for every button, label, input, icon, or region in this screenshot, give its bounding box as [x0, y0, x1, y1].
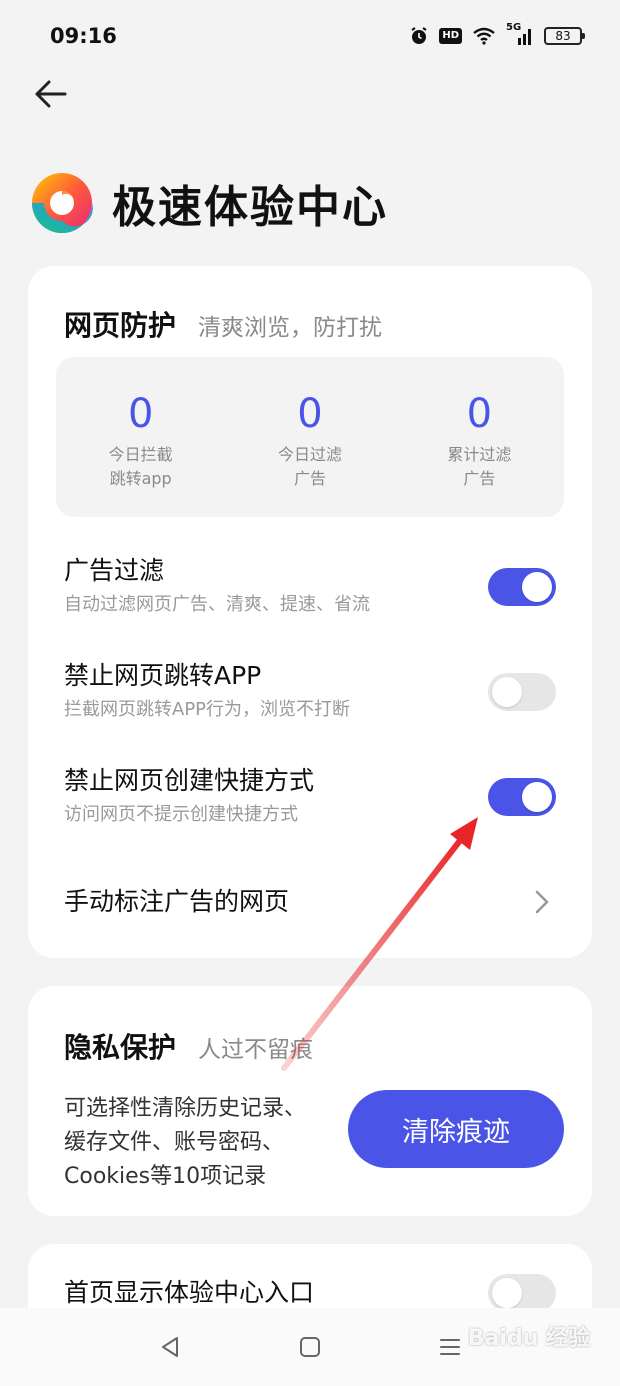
nav-home-button[interactable] [290, 1327, 330, 1367]
section-subtitle: 人过不留痕 [198, 1037, 314, 1063]
menu-lines-icon [440, 1339, 460, 1355]
setting-ad-filter[interactable]: 广告过滤 自动过滤网页广告、清爽、提速、省流 [64, 554, 556, 618]
status-icons: HD 5G 83 [409, 22, 585, 46]
manual-mark-ad-pages[interactable]: 手动标注广告的网页 [64, 885, 556, 925]
stat-label: 今日过滤 广告 [277, 445, 342, 488]
block-shortcut-toggle[interactable] [488, 778, 556, 816]
web-protection-card: 网页防护 清爽浏览，防打扰 0 今日拦截 跳转app 0 今日过滤 广告 0 累… [28, 266, 592, 958]
stat-blocked-app-jumps: 0 今日拦截 跳转app [56, 357, 225, 517]
nav-menu-button[interactable] [430, 1327, 470, 1367]
alarm-icon [411, 27, 427, 44]
toggle-knob [492, 677, 522, 707]
setting-block-app-jump[interactable]: 禁止网页跳转APP 拦截网页跳转APP行为，浏览不打断 [64, 659, 556, 723]
swirl-logo-icon [32, 173, 93, 233]
block-app-jump-toggle[interactable] [488, 673, 556, 711]
watermark-text: Baidu 经验 [467, 1326, 590, 1351]
manual-mark-label: 手动标注广告的网页 [64, 887, 290, 916]
privacy-desc: 可选择性清除历史记录、 缓存文件、账号密码、 Cookies等10项记录 [64, 1096, 307, 1189]
toggle-knob [522, 782, 552, 812]
ad-filter-toggle[interactable] [488, 568, 556, 606]
setting-title: 首页显示体验中心入口 [64, 1278, 315, 1307]
setting-desc: 访问网页不提示创建快捷方式 [64, 804, 298, 825]
wifi-icon [473, 27, 495, 45]
stat-label: 累计过滤 广告 [447, 445, 512, 488]
status-time: 09:16 [50, 24, 117, 48]
toggle-knob [522, 572, 552, 602]
chevron-right-icon [535, 890, 549, 914]
setting-title: 禁止网页创建快捷方式 [64, 766, 315, 795]
back-arrow-icon [35, 80, 67, 108]
nav-back-button[interactable] [150, 1327, 190, 1367]
stat-label: 今日拦截 跳转app [108, 445, 173, 488]
setting-desc: 自动过滤网页广告、清爽、提速、省流 [64, 594, 370, 615]
status-bar: 09:16 HD 5G 83 [0, 0, 620, 72]
square-home-icon [300, 1337, 320, 1357]
signal-icon: 5G [506, 22, 534, 46]
triangle-back-icon [162, 1337, 178, 1357]
stat-value: 0 [466, 391, 493, 437]
setting-title: 禁止网页跳转APP [64, 661, 262, 690]
section-title: 网页防护 [64, 309, 177, 342]
stat-filtered-ads-total: 0 累计过滤 广告 [395, 357, 564, 517]
setting-title: 广告过滤 [64, 556, 165, 585]
clear-traces-button[interactable]: 清除痕迹 [348, 1090, 564, 1168]
battery-indicator: 83 [544, 27, 585, 45]
setting-desc: 拦截网页跳转APP行为，浏览不打断 [64, 699, 351, 720]
section-subtitle: 清爽浏览，防打扰 [198, 315, 383, 341]
back-button[interactable] [30, 74, 70, 114]
stats-box: 0 今日拦截 跳转app 0 今日过滤 广告 0 累计过滤 广告 [56, 357, 564, 517]
stat-value: 0 [127, 391, 154, 437]
stat-filtered-ads-today: 0 今日过滤 广告 [225, 357, 394, 517]
section-title: 隐私保护 [64, 1031, 177, 1064]
hd-badge: HD [439, 28, 462, 44]
privacy-header: 隐私保护 人过不留痕 [64, 1026, 313, 1066]
web-protection-header: 网页防护 清爽浏览，防打扰 [64, 304, 382, 344]
setting-block-shortcut[interactable]: 禁止网页创建快捷方式 访问网页不提示创建快捷方式 [64, 764, 556, 828]
stat-value: 0 [297, 391, 323, 437]
page-title: 极速体验中心 [112, 182, 388, 233]
privacy-card: 隐私保护 人过不留痕 可选择性清除历史记录、 缓存文件、账号密码、 Cookie… [28, 986, 592, 1216]
app-header: 极速体验中心 [30, 168, 388, 238]
homepage-entry-toggle[interactable] [488, 1274, 556, 1312]
toggle-knob [492, 1278, 522, 1308]
